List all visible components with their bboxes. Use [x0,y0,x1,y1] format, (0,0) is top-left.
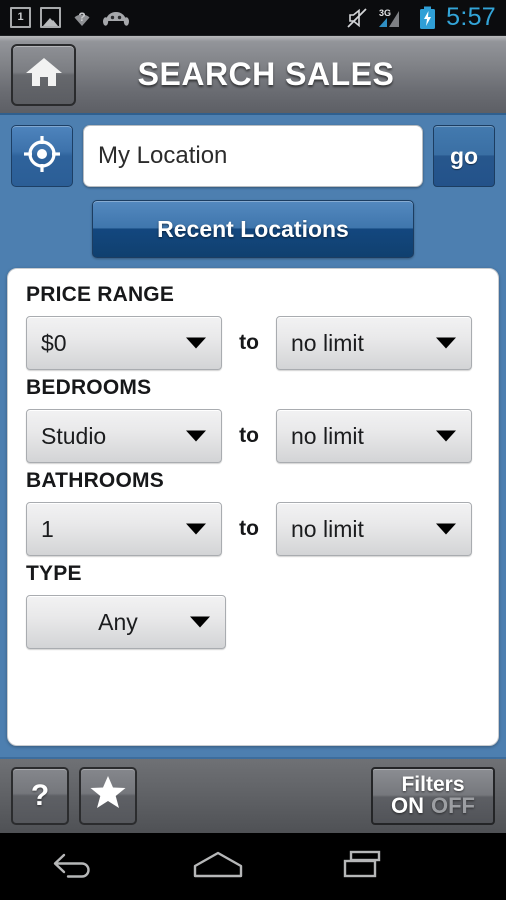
bathrooms-max-dropdown[interactable]: no limit [276,502,472,556]
app-title-bar: SEARCH SALES [0,36,506,115]
star-icon [90,775,126,817]
page-title: SEARCH SALES [137,56,395,92]
filter-row: $0 to no limit [26,316,480,370]
favorites-button[interactable] [79,767,137,825]
bedrooms-max-value: no limit [291,422,364,449]
filter-row: Studio to no limit [26,409,480,463]
filter-group-bathrooms: BATHROOMS 1 to no limit [8,469,498,556]
type-value: Any [98,608,138,635]
home-icon [24,55,64,94]
device-screen: 1 ? 3G 5:57 SEARCH SALES My Location go … [0,0,506,900]
range-separator: to [239,517,259,540]
bathrooms-min-dropdown[interactable]: 1 [26,502,222,556]
filter-row: 1 to no limit [26,502,480,556]
filter-group-bedrooms: BEDROOMS Studio to no limit [8,376,498,463]
svg-text:?: ? [78,10,85,24]
price-max-value: no limit [291,329,364,356]
mute-icon [346,7,369,29]
chevron-down-icon [436,430,456,442]
price-min-value: $0 [41,329,67,356]
range-separator: to [239,424,259,447]
filter-group-price-range: PRICE RANGE $0 to no limit [8,283,498,370]
gps-crosshair-icon [21,133,63,180]
type-dropdown[interactable]: Any [26,595,226,649]
location-input-value: My Location [98,142,228,169]
bedrooms-max-dropdown[interactable]: no limit [276,409,472,463]
android-head-icon [103,9,129,27]
price-min-dropdown[interactable]: $0 [26,316,222,370]
price-max-dropdown[interactable]: no limit [276,316,472,370]
filter-group-label: BATHROOMS [26,469,164,492]
recent-apps-icon [337,848,389,885]
battery-charging-icon [419,6,436,30]
chevron-down-icon [186,337,206,349]
chevron-down-icon [436,337,456,349]
nav-back-button[interactable] [0,849,145,884]
nav-recents-button[interactable] [291,848,436,885]
filter-group-label: BEDROOMS [26,376,152,399]
filters-on-label[interactable]: ON [391,795,424,818]
go-button[interactable]: go [433,125,495,187]
location-input[interactable]: My Location [83,125,423,187]
range-separator: to [239,331,259,354]
filters-toggle[interactable]: Filters ON OFF [371,767,495,825]
android-nav-bar [0,833,506,900]
filters-panel: PRICE RANGE $0 to no limit BEDROOMS Stud… [7,268,499,746]
home-button[interactable] [11,43,76,106]
nav-home-button[interactable] [145,848,290,885]
back-arrow-icon [50,849,96,884]
status-bar-right-icons: 3G 5:57 [346,5,506,30]
chevron-down-icon [436,523,456,535]
bedrooms-min-value: Studio [41,422,107,449]
bottom-toolbar: ? Filters ON OFF [0,757,506,833]
home-pentagon-icon [190,848,246,885]
filters-toggle-states: ON OFF [391,795,475,818]
chevron-down-icon [186,523,206,535]
filters-off-label[interactable]: OFF [431,795,475,818]
wifi-question-icon: ? [70,7,94,28]
chevron-down-icon [190,616,210,628]
svg-text:3G: 3G [379,8,391,18]
chevron-down-icon [186,430,206,442]
notification-count-icon: 1 [10,7,31,28]
bathrooms-min-value: 1 [41,515,54,542]
filter-group-label: TYPE [26,562,82,585]
filter-row: Any [26,595,480,649]
signal-3g-icon: 3G [377,7,411,29]
filter-group-type: TYPE Any [8,562,498,649]
help-button[interactable]: ? [11,767,69,825]
bathrooms-max-value: no limit [291,515,364,542]
filter-group-label: PRICE RANGE [26,283,175,306]
bedrooms-min-dropdown[interactable]: Studio [26,409,222,463]
my-location-button[interactable] [11,125,73,187]
gallery-icon [40,7,61,28]
recent-locations-button[interactable]: Recent Locations [92,200,414,258]
status-bar-left-icons: 1 ? [0,7,129,28]
filters-toggle-title: Filters [401,773,465,797]
status-bar-clock: 5:57 [446,3,496,31]
status-bar: 1 ? 3G 5:57 [0,0,506,36]
search-row: My Location go [0,120,506,192]
